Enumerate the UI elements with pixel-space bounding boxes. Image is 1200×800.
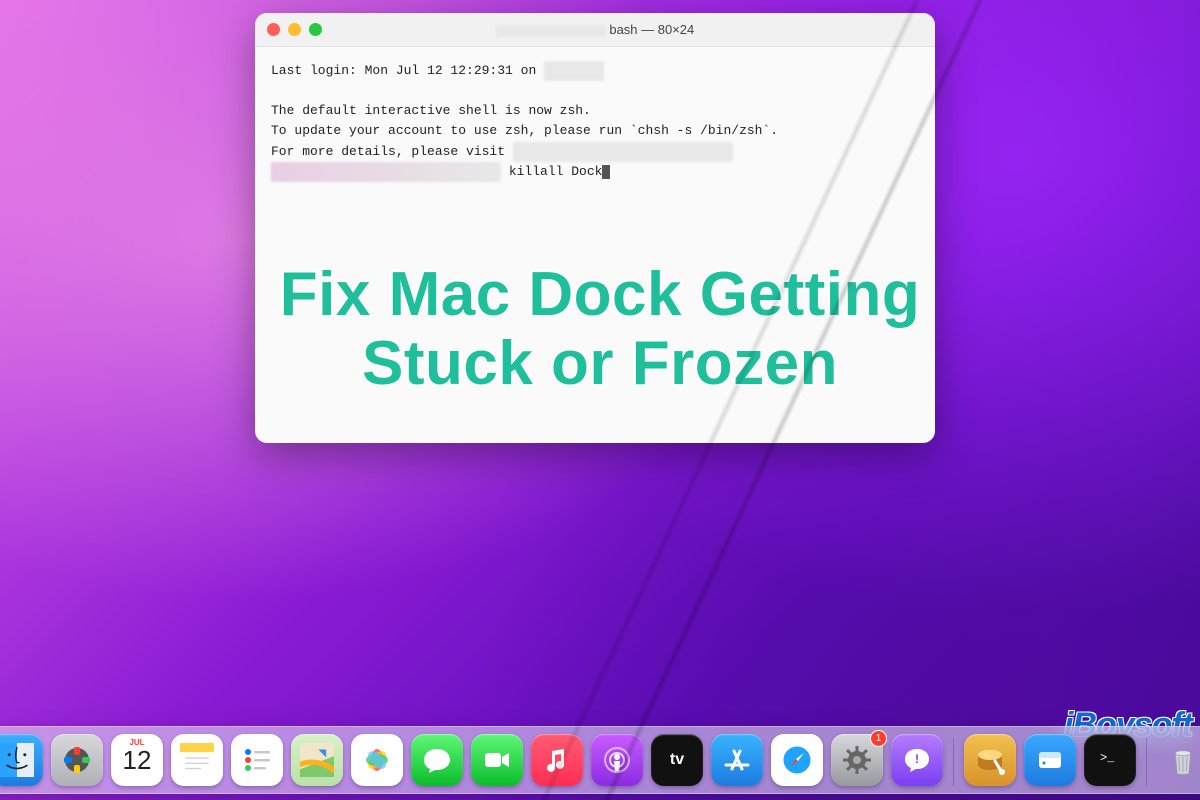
dock-container: JUL 12	[0, 726, 1200, 800]
launchpad-icon	[60, 743, 94, 777]
maps-icon	[300, 743, 334, 777]
tv-icon: tv	[670, 751, 684, 769]
dock-app-podcasts[interactable]	[591, 734, 643, 786]
safari-icon	[780, 743, 814, 777]
dock-app-disk[interactable]	[964, 734, 1016, 786]
dock-app-facetime[interactable]	[471, 734, 523, 786]
desktop: bash — 80×24 Last login: Mon Jul 12 12:2…	[0, 0, 1200, 800]
terminal-body[interactable]: Last login: Mon Jul 12 12:29:31 on The d…	[255, 47, 935, 196]
dock-app-safari[interactable]	[771, 734, 823, 786]
dock-app-tv[interactable]: tv	[651, 734, 703, 786]
photos-icon	[360, 743, 394, 777]
dock-separator-2	[1146, 738, 1147, 786]
music-icon	[540, 743, 574, 777]
dock-app-reminders[interactable]	[231, 734, 283, 786]
login-line: Last login: Mon Jul 12 12:29:31 on	[271, 63, 604, 78]
dock[interactable]: JUL 12	[0, 726, 1200, 794]
dock-app-notes[interactable]	[171, 734, 223, 786]
dock-app-calendar[interactable]: JUL 12	[111, 734, 163, 786]
calendar-month: JUL	[111, 738, 163, 747]
dock-app-finder[interactable]	[0, 734, 43, 786]
dock-app-iboysoft[interactable]	[1024, 734, 1076, 786]
terminal-icon: >_	[1093, 743, 1127, 777]
prompt-line: killall Dock	[271, 164, 610, 179]
zsh-notice-line-1: The default interactive shell is now zsh…	[271, 103, 591, 118]
dock-app-maps[interactable]	[291, 734, 343, 786]
dock-app-messages[interactable]	[411, 734, 463, 786]
notes-icon	[180, 743, 214, 777]
dock-app-system-preferences[interactable]: 1	[831, 734, 883, 786]
dock-app-photos[interactable]	[351, 734, 403, 786]
settings-badge: 1	[870, 730, 887, 747]
facetime-icon	[480, 743, 514, 777]
svg-text:>_: >_	[1100, 751, 1115, 765]
dock-app-appstore[interactable]	[711, 734, 763, 786]
reminders-icon	[240, 743, 274, 777]
feedback-icon: !	[900, 743, 934, 777]
appstore-icon	[720, 743, 754, 777]
dock-app-trash[interactable]	[1157, 734, 1200, 786]
svg-text:!: !	[915, 752, 919, 766]
dock-app-launchpad[interactable]	[51, 734, 103, 786]
messages-icon	[420, 743, 454, 777]
calendar-day: 12	[123, 745, 152, 776]
drive-icon	[1033, 743, 1067, 777]
dock-separator	[953, 738, 954, 786]
dock-app-music[interactable]	[531, 734, 583, 786]
gear-icon	[840, 743, 874, 777]
window-title: bash — 80×24	[255, 22, 935, 37]
trash-icon	[1166, 743, 1200, 777]
disk-icon	[973, 743, 1007, 777]
dock-app-terminal[interactable]: >_	[1084, 734, 1136, 786]
terminal-window[interactable]: bash — 80×24 Last login: Mon Jul 12 12:2…	[255, 13, 935, 443]
podcasts-icon	[600, 743, 634, 777]
finder-icon	[0, 743, 34, 777]
zsh-notice-line-2: To update your account to use zsh, pleas…	[271, 123, 778, 138]
dock-app-feedback[interactable]: !	[891, 734, 943, 786]
command-text: killall Dock	[509, 164, 603, 179]
zsh-notice-line-3: For more details, please visit	[271, 144, 733, 159]
titlebar[interactable]: bash — 80×24	[255, 13, 935, 47]
cursor-icon	[602, 165, 610, 179]
